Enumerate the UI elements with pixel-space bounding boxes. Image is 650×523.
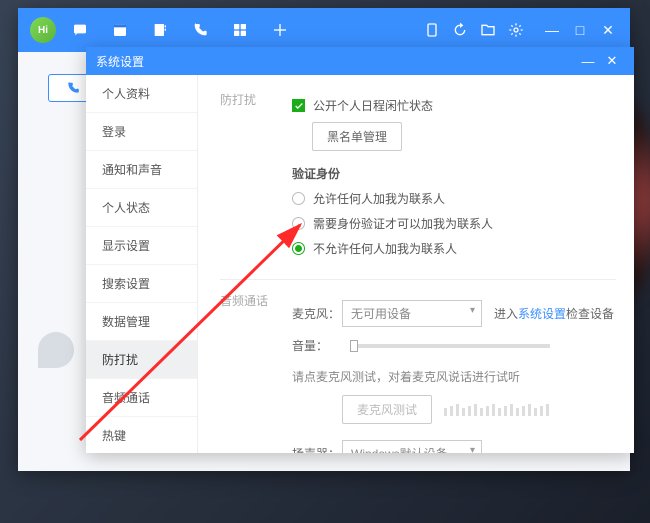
system-settings-link[interactable]: 系统设置 xyxy=(518,307,566,321)
sidebar-item-6[interactable]: 数据管理 xyxy=(86,303,197,341)
volume-slider[interactable] xyxy=(350,344,550,348)
sidebar-item-7[interactable]: 防打扰 xyxy=(86,341,197,379)
radio-deny-all[interactable]: 不允许任何人加我为联系人 xyxy=(292,240,616,257)
sidebar-item-1[interactable]: 登录 xyxy=(86,113,197,151)
modal-titlebar: 系统设置 — ✕ xyxy=(86,47,634,75)
mic-level-meter xyxy=(444,404,549,416)
settings-icon[interactable] xyxy=(502,14,530,46)
mic-label: 麦克风： xyxy=(292,305,342,322)
modal-title: 系统设置 xyxy=(96,53,144,70)
public-busy-label: 公开个人日程闲忙状态 xyxy=(313,97,433,114)
modal-close-button[interactable]: ✕ xyxy=(600,53,624,69)
refresh-icon[interactable] xyxy=(446,14,474,46)
mic-test-hint: 请点麦克风测试，对着麦克风说话进行试听 xyxy=(292,368,616,385)
calendar-icon[interactable] xyxy=(104,14,136,46)
sidebar-item-2[interactable]: 通知和声音 xyxy=(86,151,197,189)
sidebar-item-3[interactable]: 个人状态 xyxy=(86,189,197,227)
phone-icon[interactable] xyxy=(184,14,216,46)
public-busy-row[interactable]: 公开个人日程闲忙状态 xyxy=(292,97,616,114)
mic-test-button[interactable]: 麦克风测试 xyxy=(342,395,432,424)
verify-identity-label: 验证身份 xyxy=(292,165,616,182)
sidebar-item-0[interactable]: 个人资料 xyxy=(86,75,197,113)
speaker-label: 扬声器： xyxy=(292,445,342,453)
section-label-dnd: 防打扰 xyxy=(220,89,292,265)
settings-modal: 系统设置 — ✕ 个人资料登录通知和声音个人状态显示设置搜索设置数据管理防打扰音… xyxy=(86,47,634,453)
sidebar-item-5[interactable]: 搜索设置 xyxy=(86,265,197,303)
radio-allow-all[interactable]: 允许任何人加我为联系人 xyxy=(292,190,616,207)
settings-sidebar: 个人资料登录通知和声音个人状态显示设置搜索设置数据管理防打扰音频通话热键安全自动… xyxy=(86,75,198,453)
settings-content: 防打扰 公开个人日程闲忙状态 黑名单管理 验证身份 允许任何人加我为联系人 xyxy=(198,75,634,453)
radio-icon[interactable] xyxy=(292,217,305,230)
section-label-audio: 音频通话 xyxy=(220,290,292,453)
chat-icon[interactable] xyxy=(64,14,96,46)
folder-icon[interactable] xyxy=(474,14,502,46)
mic-select[interactable]: 无可用设备 xyxy=(342,300,482,327)
close-button[interactable]: ✕ xyxy=(594,16,622,44)
modal-minimize-button[interactable]: — xyxy=(576,54,600,69)
divider xyxy=(220,279,616,280)
sidebar-item-9[interactable]: 热键 xyxy=(86,417,197,453)
sidebar-item-4[interactable]: 显示设置 xyxy=(86,227,197,265)
device-icon[interactable] xyxy=(418,14,446,46)
apps-icon[interactable] xyxy=(224,14,256,46)
avatar[interactable]: Hi xyxy=(30,17,56,43)
minimize-button[interactable]: — xyxy=(538,16,566,44)
placeholder-icon xyxy=(38,332,74,368)
volume-label: 音量： xyxy=(292,337,342,354)
titlebar: Hi — □ ✕ xyxy=(18,8,630,52)
contacts-icon[interactable] xyxy=(144,14,176,46)
maximize-button[interactable]: □ xyxy=(566,16,594,44)
checkbox-checked-icon[interactable] xyxy=(292,99,305,112)
blacklist-button[interactable]: 黑名单管理 xyxy=(312,122,402,151)
sidebar-item-8[interactable]: 音频通话 xyxy=(86,379,197,417)
speaker-select[interactable]: Windows默认设备 xyxy=(342,440,482,453)
radio-icon[interactable] xyxy=(292,192,305,205)
radio-need-verify[interactable]: 需要身份验证才可以加我为联系人 xyxy=(292,215,616,232)
plus-icon[interactable] xyxy=(264,14,296,46)
radio-selected-icon[interactable] xyxy=(292,242,305,255)
